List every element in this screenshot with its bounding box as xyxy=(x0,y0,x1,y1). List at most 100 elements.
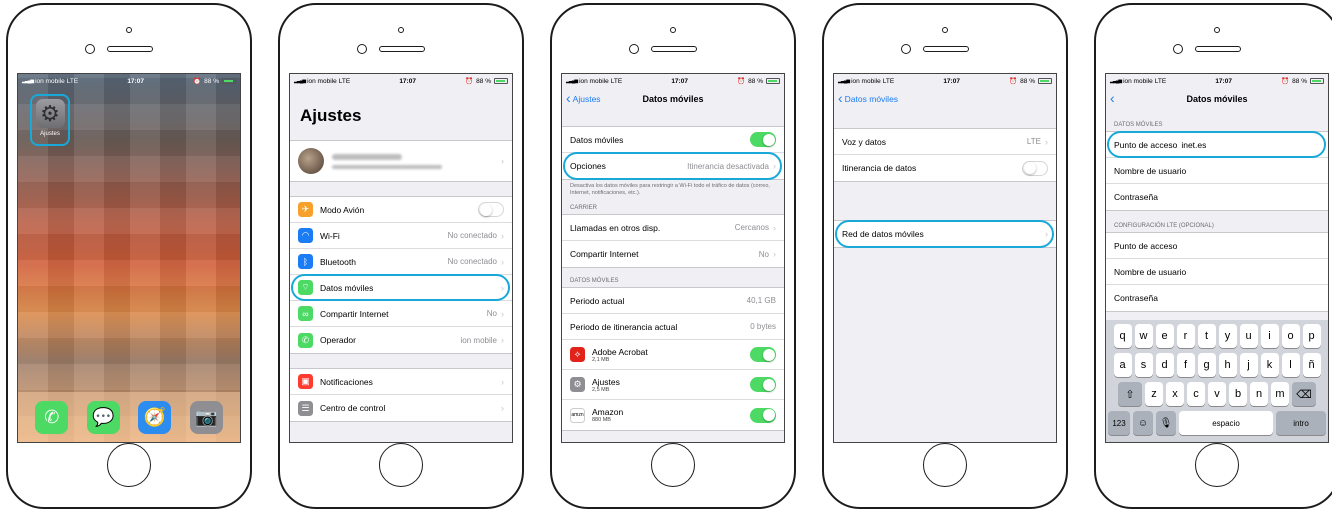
notifications-group: ▣ Notificaciones › ☰ Centro de control › xyxy=(290,368,512,422)
messages-app-icon[interactable]: 💬 xyxy=(86,400,120,434)
row-lte-apn[interactable]: Punto de acceso xyxy=(1106,233,1328,259)
space-key[interactable]: espacio xyxy=(1179,411,1273,435)
proximity-sensor xyxy=(398,27,404,33)
key[interactable]: w xyxy=(1134,324,1153,348)
row-personal-hotspot[interactable]: Compartir Internet No › xyxy=(562,241,784,267)
row-label: Wi-Fi xyxy=(320,230,340,241)
key[interactable]: ñ xyxy=(1302,353,1321,377)
row-apn[interactable]: Punto de acceso inet.es xyxy=(1106,131,1328,158)
key[interactable]: t xyxy=(1197,324,1216,348)
row-mobile-data[interactable]: ⌔ Datos móviles › xyxy=(290,274,512,301)
apple-id-row[interactable]: › xyxy=(290,141,512,181)
mobile-data-options-screen: ▂▃▄▅ ion mobile LTE 17:07 ⏰ 88 % ‹ Datos móv… xyxy=(833,73,1057,443)
username-field[interactable]: Nombre de usuario xyxy=(1114,166,1186,176)
clock: 17:07 xyxy=(1215,77,1232,85)
status-bar: ▂▃▄▅ ion mobile LTE 17:07 ⏰ 88 % xyxy=(290,74,512,88)
back-button[interactable]: ‹ Datos móviles xyxy=(838,88,898,110)
chevron-right-icon: › xyxy=(501,376,504,387)
row-app-adobe[interactable]: ⟡ Adobe Acrobat 2,1 MB xyxy=(562,340,784,371)
emoji-key-icon[interactable]: ☺ xyxy=(1133,411,1153,435)
row-wifi[interactable]: ◠ Wi-Fi No conectado › xyxy=(290,223,512,249)
safari-app-icon[interactable]: 🧭 xyxy=(138,400,172,434)
key[interactable]: m xyxy=(1271,382,1289,406)
key[interactable]: a xyxy=(1113,353,1132,377)
app-data-toggle[interactable] xyxy=(750,407,776,423)
key[interactable]: i xyxy=(1260,324,1279,348)
app-data-toggle[interactable] xyxy=(750,347,776,363)
lte-apn-field[interactable]: Punto de acceso xyxy=(1114,241,1177,251)
key[interactable]: n xyxy=(1250,382,1268,406)
roaming-toggle[interactable] xyxy=(1022,160,1048,176)
row-notifications[interactable]: ▣ Notificaciones › xyxy=(290,369,512,395)
key[interactable]: f xyxy=(1176,353,1195,377)
row-mobile-data[interactable]: Datos móviles xyxy=(562,127,784,153)
row-voice-data[interactable]: Voz y datos LTE › xyxy=(834,129,1056,155)
row-airplane-mode[interactable]: ✈ Modo Avión xyxy=(290,197,512,223)
row-carrier[interactable]: ✆ Operador ion mobile › xyxy=(290,327,512,353)
app-data-toggle[interactable] xyxy=(750,377,776,393)
key[interactable]: r xyxy=(1176,324,1195,348)
row-control-center[interactable]: ☰ Centro de control › xyxy=(290,395,512,421)
row-app-amazon[interactable]: amzn Amazon 880 MB xyxy=(562,400,784,430)
row-app-settings[interactable]: ⚙ Ajustes 2,5 MB xyxy=(562,370,784,401)
row-options[interactable]: Opciones Itinerancia desactivada › xyxy=(562,152,784,180)
home-button[interactable] xyxy=(651,443,695,487)
row-lte-password[interactable]: Contraseña xyxy=(1106,285,1328,311)
row-calls-other-devices[interactable]: Llamadas en otros disp. Cercanos › xyxy=(562,215,784,242)
row-username[interactable]: Nombre de usuario xyxy=(1106,158,1328,184)
settings-screen: ▂▃▄▅ ion mobile LTE 17:07 ⏰ 88 % Ajustes › … xyxy=(289,73,513,443)
key[interactable]: l xyxy=(1281,353,1300,377)
key[interactable]: c xyxy=(1187,382,1205,406)
key[interactable]: e xyxy=(1155,324,1174,348)
key[interactable]: x xyxy=(1166,382,1184,406)
key[interactable]: z xyxy=(1145,382,1163,406)
row-bluetooth[interactable]: ᛒ Bluetooth No conectado › xyxy=(290,249,512,275)
chevron-right-icon: › xyxy=(773,222,776,233)
camera-app-icon[interactable]: 📷 xyxy=(189,400,223,434)
numbers-key[interactable]: 123 xyxy=(1108,411,1130,435)
row-lte-username[interactable]: Nombre de usuario xyxy=(1106,259,1328,285)
key[interactable]: q xyxy=(1113,324,1132,348)
backspace-key-icon[interactable]: ⌫ xyxy=(1292,382,1316,406)
row-personal-hotspot[interactable]: ∞ Compartir Internet No › xyxy=(290,301,512,327)
home-button[interactable] xyxy=(379,443,423,487)
mobile-data-toggle[interactable] xyxy=(750,132,776,147)
back-button[interactable]: ‹ Ajustes xyxy=(566,88,601,110)
shift-key-icon[interactable]: ⇧ xyxy=(1118,382,1142,406)
home-button[interactable] xyxy=(107,443,151,487)
key[interactable]: g xyxy=(1197,353,1216,377)
key[interactable]: s xyxy=(1134,353,1153,377)
row-password[interactable]: Contraseña xyxy=(1106,184,1328,210)
home-button[interactable] xyxy=(923,443,967,487)
key[interactable]: o xyxy=(1281,324,1300,348)
password-field[interactable]: Contraseña xyxy=(1114,192,1158,202)
home-button[interactable] xyxy=(1195,443,1239,487)
key[interactable]: p xyxy=(1302,324,1321,348)
row-label: Itinerancia de datos xyxy=(842,163,917,173)
hotspot-icon: ∞ xyxy=(298,306,313,321)
row-cellular-data-network[interactable]: Red de datos móviles › xyxy=(834,220,1056,248)
key[interactable]: k xyxy=(1260,353,1279,377)
key[interactable]: y xyxy=(1218,324,1237,348)
lte-username-field[interactable]: Nombre de usuario xyxy=(1114,267,1186,277)
earpiece-speaker xyxy=(379,46,425,52)
key[interactable]: h xyxy=(1218,353,1237,377)
proximity-sensor xyxy=(942,27,948,33)
apn-input[interactable]: inet.es xyxy=(1181,140,1206,150)
return-key[interactable]: intro xyxy=(1276,411,1326,435)
key[interactable]: j xyxy=(1239,353,1258,377)
key[interactable]: u xyxy=(1239,324,1258,348)
lte-password-field[interactable]: Contraseña xyxy=(1114,293,1158,303)
key[interactable]: v xyxy=(1208,382,1226,406)
back-button[interactable]: ‹ xyxy=(1110,88,1115,110)
row-data-roaming[interactable]: Itinerancia de datos xyxy=(834,155,1056,181)
microphone-key-icon[interactable]: 🎙 xyxy=(1156,411,1176,435)
battery-icon xyxy=(766,78,780,84)
status-bar: ▂▃▄▅ ion mobile LTE 17:07 ⏰ 88 % xyxy=(1106,74,1328,88)
key[interactable]: b xyxy=(1229,382,1247,406)
key[interactable]: d xyxy=(1155,353,1174,377)
airplane-toggle[interactable] xyxy=(478,202,504,217)
phone-app-icon[interactable]: ✆ xyxy=(35,400,69,434)
settings-app-icon[interactable]: ⚙ Ajustes xyxy=(30,94,70,146)
mobile-data-screen: ▂▃▄▅ ion mobile LTE 17:07 ⏰ 88 % ‹ Ajustes D… xyxy=(561,73,785,443)
